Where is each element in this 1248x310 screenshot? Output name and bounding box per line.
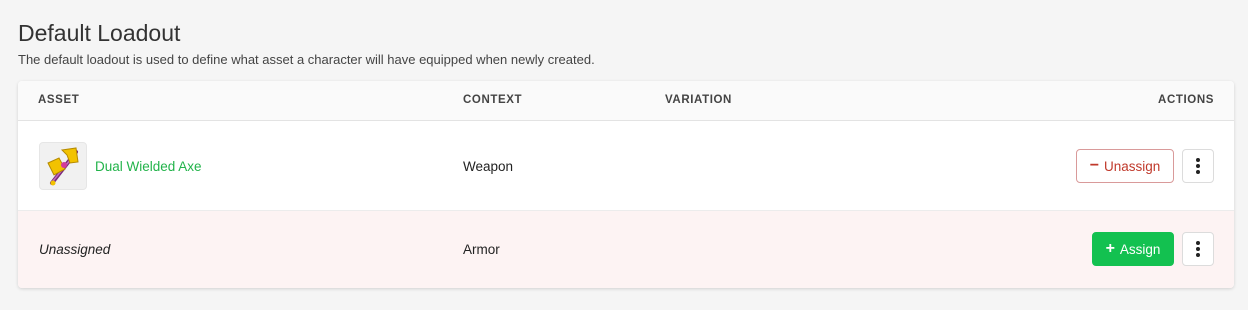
page-subtitle: The default loadout is used to define wh…: [18, 52, 595, 67]
asset-thumbnail[interactable]: [39, 142, 87, 190]
assign-button[interactable]: + Assign: [1092, 232, 1174, 266]
column-header-variation: VARIATION: [665, 94, 732, 106]
page-header: Default Loadout The default loadout is u…: [18, 18, 595, 68]
table-row: Unassigned Armor + Assign: [18, 211, 1234, 288]
unassigned-label: Unassigned: [39, 242, 111, 257]
context-cell: Weapon: [463, 159, 514, 174]
plus-icon: +: [1105, 240, 1115, 257]
unassign-button-label: Unassign: [1104, 158, 1161, 174]
assign-button-label: Assign: [1119, 241, 1161, 257]
table-row: Dual Wielded Axe Weapon − Unassign: [18, 121, 1234, 211]
axe-icon: [47, 147, 79, 186]
kebab-icon: [1196, 158, 1200, 162]
asset-link-dual-wielded-axe[interactable]: Dual Wielded Axe: [95, 159, 202, 174]
column-header-actions: ACTIONS: [1158, 94, 1214, 106]
minus-icon: −: [1089, 157, 1100, 174]
table-header: ASSET CONTEXT VARIATION ACTIONS: [18, 81, 1234, 121]
context-cell: Armor: [463, 242, 500, 257]
page-title: Default Loadout: [18, 20, 181, 46]
more-options-button[interactable]: [1182, 149, 1214, 183]
column-header-context: CONTEXT: [463, 94, 523, 106]
unassign-button[interactable]: − Unassign: [1076, 149, 1174, 183]
more-options-button[interactable]: [1182, 232, 1214, 266]
column-header-asset: ASSET: [38, 94, 80, 106]
kebab-icon: [1196, 241, 1200, 245]
loadout-table: ASSET CONTEXT VARIATION ACTIONS Dual Wie…: [18, 81, 1234, 288]
